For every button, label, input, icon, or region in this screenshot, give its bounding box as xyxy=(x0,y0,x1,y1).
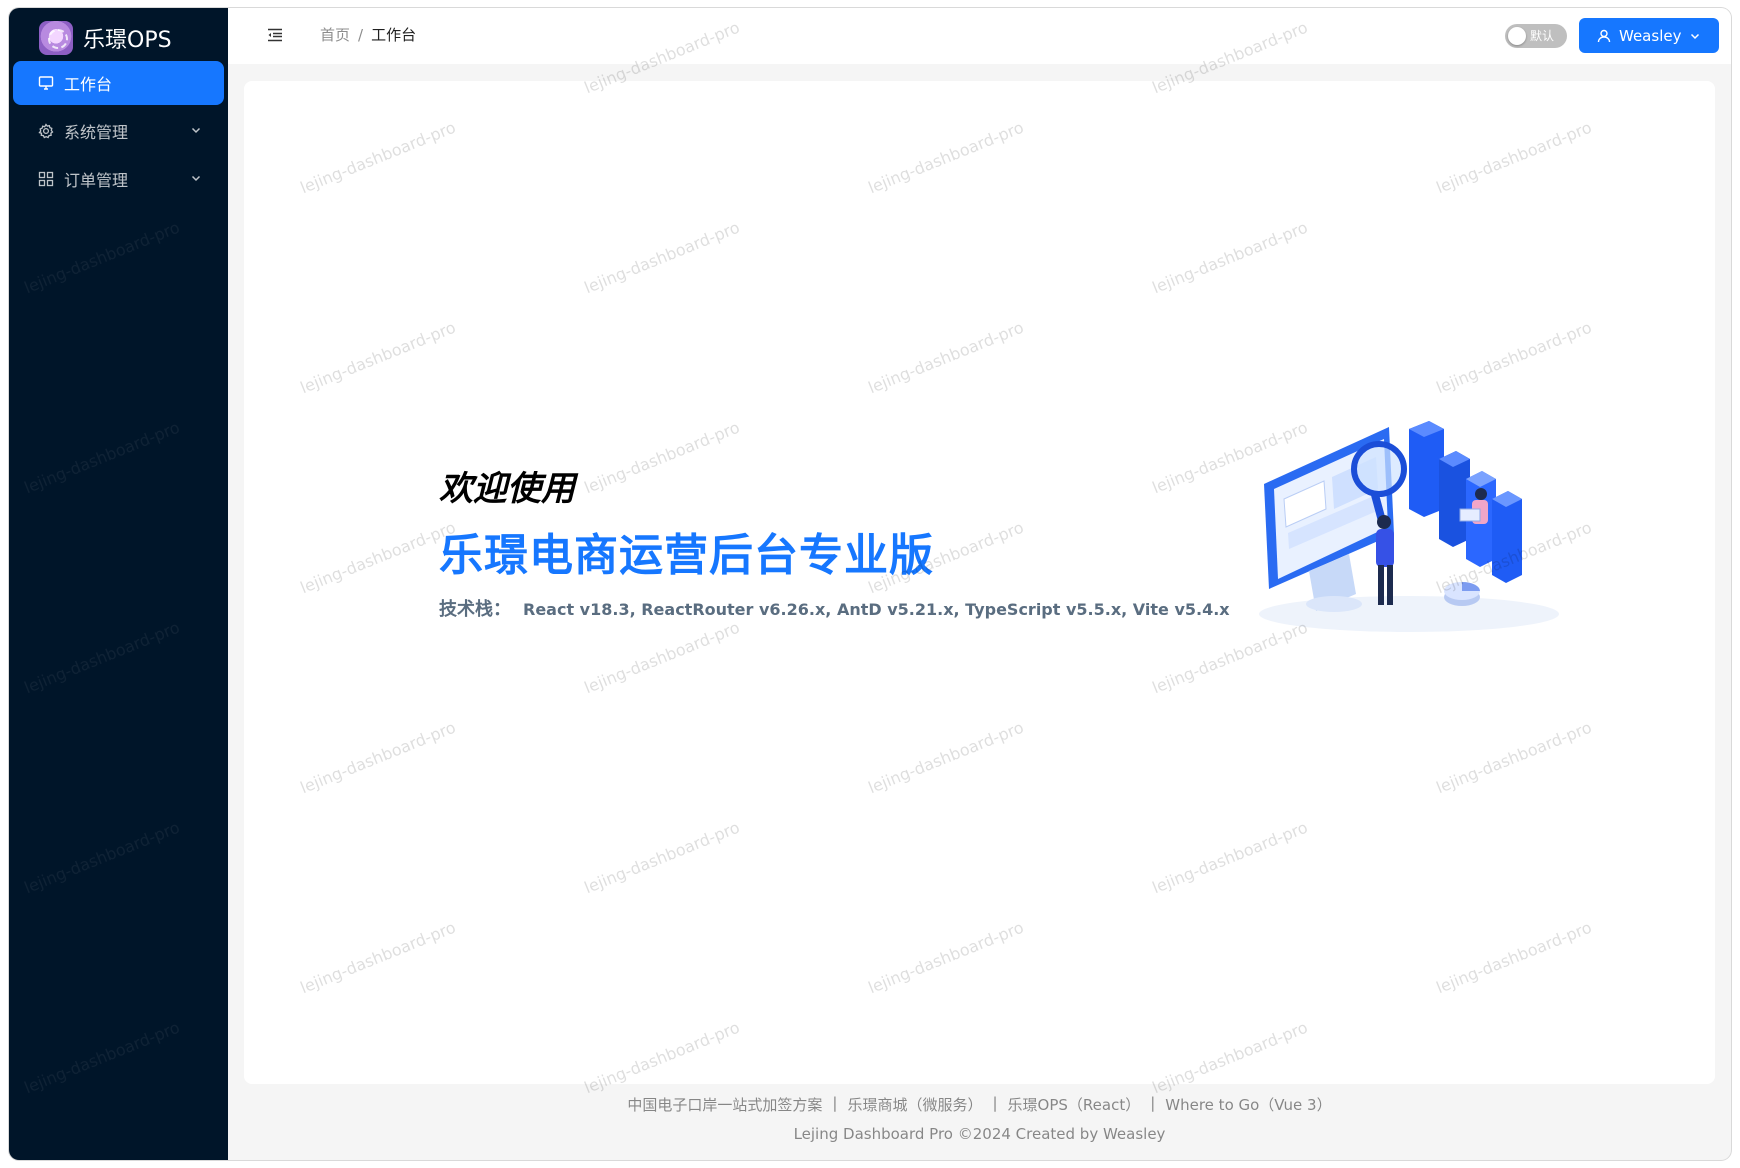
toggle-knob xyxy=(1508,27,1526,45)
tech-stack-label: 技术栈： xyxy=(439,599,511,620)
page-footer: 中国电子口岸一站式加签方案 | 乐璟商城（微服务） | 乐璟OPS（React）… xyxy=(228,1094,1731,1143)
user-icon xyxy=(1597,29,1611,42)
breadcrumb-current: 工作台 xyxy=(371,26,417,44)
page-title: 乐璟电商运营后台专业版 xyxy=(439,530,934,581)
desktop-icon xyxy=(38,75,54,91)
theme-toggle[interactable]: 默认 xyxy=(1505,24,1567,48)
sidebar-item-label: 系统管理 xyxy=(64,123,129,142)
breadcrumb-home[interactable]: 首页 xyxy=(320,24,350,45)
footer-link-ops[interactable]: 乐璟OPS（React） xyxy=(1008,1094,1141,1115)
footer-separator: | xyxy=(832,1094,838,1112)
setting-icon xyxy=(38,123,54,139)
footer-link-eport[interactable]: 中国电子口岸一站式加签方案 xyxy=(627,1094,822,1115)
logo-text: 乐璟OPS xyxy=(83,28,172,53)
user-name: Weasley xyxy=(1619,26,1682,45)
menu-fold-icon[interactable] xyxy=(266,26,284,44)
sidebar-item-workbench[interactable]: 工作台 xyxy=(13,61,224,105)
sidebar: 乐璟OPS 工作台 系统管理 订单管理 xyxy=(9,8,228,1160)
content-card: 欢迎使用 乐璟电商运营后台专业版 技术栈： React v18.3, ReactR… xyxy=(244,81,1715,1084)
theme-toggle-label: 默认 xyxy=(1530,29,1555,43)
sidebar-item-system[interactable]: 系统管理 xyxy=(13,109,224,153)
sidebar-item-label: 工作台 xyxy=(64,75,113,94)
tech-stack: 技术栈： React v18.3, ReactRouter v6.26.x, An… xyxy=(439,595,1230,621)
tech-stack-value: React v18.3, ReactRouter v6.26.x, AntD v… xyxy=(523,600,1230,619)
sidebar-item-orders[interactable]: 订单管理 xyxy=(13,157,224,201)
chevron-down-icon xyxy=(1691,33,1700,39)
data-analysis-illustration xyxy=(1259,421,1559,632)
footer-link-mall[interactable]: 乐璟商城（微服务） xyxy=(847,1094,982,1115)
appstore-icon xyxy=(38,171,54,187)
top-header: 首页 / 工作台 默认 Weasley xyxy=(228,8,1731,64)
user-menu-button[interactable]: Weasley xyxy=(1579,18,1719,53)
sidebar-item-label: 订单管理 xyxy=(64,171,129,190)
footer-copyright: Lejing Dashboard Pro ©2024 Created by We… xyxy=(793,1125,1166,1143)
welcome-text: 欢迎使用 xyxy=(439,469,575,509)
breadcrumb-separator: / xyxy=(358,25,364,44)
breadcrumb: 首页 / 工作台 xyxy=(320,24,416,45)
footer-link-where-to-go[interactable]: Where to Go（Vue 3） xyxy=(1165,1094,1331,1115)
footer-separator: | xyxy=(992,1094,998,1112)
app-logo[interactable]: 乐璟OPS xyxy=(39,20,172,56)
chevron-down-icon xyxy=(191,127,201,134)
app-window: 乐璟OPS 工作台 系统管理 订单管理 首页 / 工作台 默认 Weasley … xyxy=(9,8,1731,1160)
chevron-down-icon xyxy=(191,175,201,182)
footer-links: 中国电子口岸一站式加签方案 | 乐璟商城（微服务） | 乐璟OPS（React）… xyxy=(228,1094,1731,1115)
bar-chart-graphic xyxy=(1409,421,1522,583)
pie-graphic xyxy=(1444,582,1480,606)
logo-image xyxy=(39,21,73,55)
footer-separator: | xyxy=(1150,1094,1156,1112)
